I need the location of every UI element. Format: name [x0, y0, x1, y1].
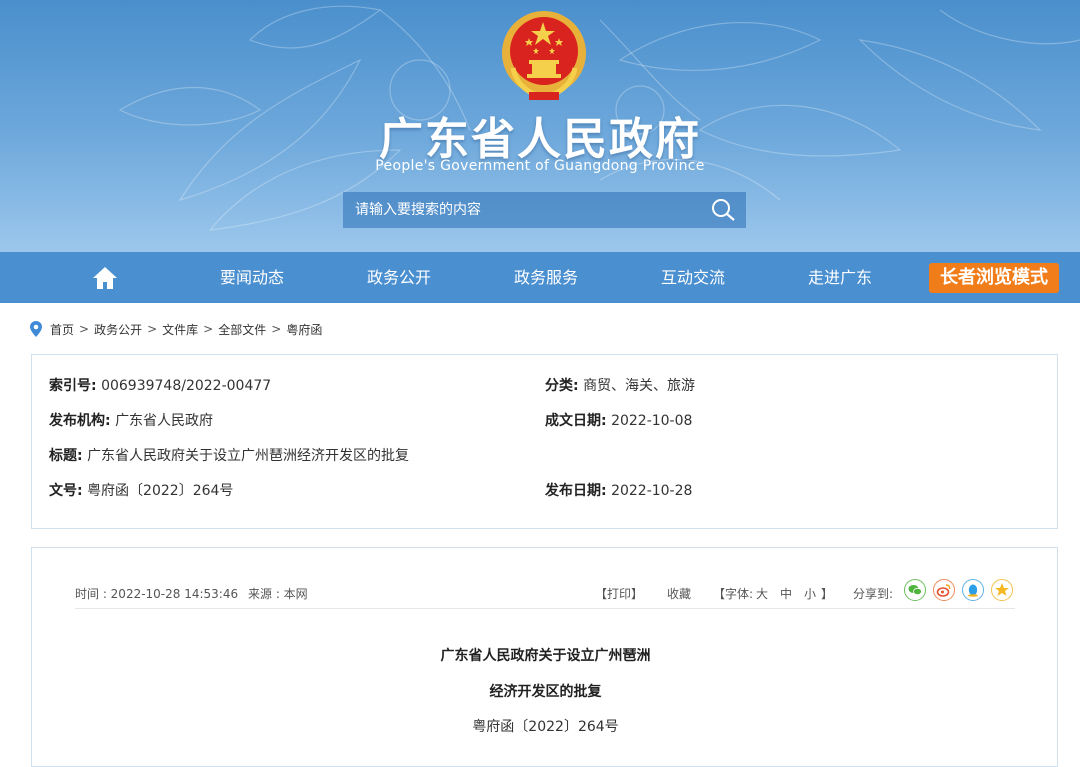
home-icon[interactable]	[92, 266, 118, 290]
breadcrumb: 首页 > 政务公开 > 文件库 > 全部文件 > 粤府函	[30, 320, 322, 338]
meta-issuer: 发布机构: 广东省人民政府	[49, 410, 213, 430]
breadcrumb-separator: >	[271, 322, 282, 336]
meta-category-label: 分类:	[545, 378, 579, 394]
location-pin-icon	[30, 321, 42, 337]
article-title-line-1: 广东省人民政府关于设立广州琶洲	[440, 648, 651, 664]
national-emblem-icon	[502, 11, 586, 100]
search-input[interactable]	[343, 192, 727, 228]
meta-publish-date: 发布日期: 2022-10-28	[545, 480, 692, 500]
meta-document-number: 文号: 粤府函〔2022〕264号	[49, 480, 233, 500]
nav-item-interaction[interactable]: 互动交流	[633, 252, 753, 303]
meta-publish-value: 2022-10-28	[611, 483, 693, 499]
search-icon[interactable]	[710, 198, 736, 222]
meta-title: 标题: 广东省人民政府关于设立广州琶洲经济开发区的批复	[49, 445, 409, 465]
meta-title-label: 标题:	[49, 448, 83, 464]
meta-index-number: 索引号: 006939748/2022-00477	[49, 375, 271, 395]
font-size-large-button[interactable]: 大	[756, 585, 768, 602]
font-size-prefix: 【字体:	[713, 587, 754, 601]
meta-title-value: 广东省人民政府关于设立广州琶洲经济开发区的批复	[87, 448, 410, 464]
meta-docno-value: 粤府函〔2022〕264号	[87, 483, 234, 499]
font-size-suffix: 】	[821, 587, 834, 601]
meta-docno-label: 文号:	[49, 483, 83, 499]
header-banner: 广东省人民政府 People's Government of Guangdong…	[0, 0, 1080, 252]
qq-share-icon[interactable]	[962, 579, 984, 601]
nav-item-news[interactable]: 要闻动态	[192, 252, 312, 303]
main-navigation: 要闻动态 政务公开 政务服务 互动交流 走进广东 长者浏览模式	[0, 252, 1080, 303]
meta-publish-label: 发布日期:	[545, 483, 607, 499]
article-time: 时间 : 2022-10-28 14:53:46	[75, 587, 239, 601]
search-bar	[343, 192, 746, 228]
site-subtitle: People's Government of Guangdong Provinc…	[375, 158, 705, 174]
print-button[interactable]: 【打印】	[595, 585, 643, 602]
breadcrumb-home[interactable]: 首页	[50, 321, 74, 338]
meta-written-label: 成文日期:	[545, 413, 607, 429]
breadcrumb-current[interactable]: 粤府函	[286, 321, 322, 338]
document-metadata-panel: 索引号: 006939748/2022-00477 分类: 商贸、海关、旅游 发…	[31, 354, 1058, 529]
meta-index-label: 索引号:	[49, 378, 97, 394]
meta-category: 分类: 商贸、海关、旅游	[545, 375, 695, 395]
meta-written-value: 2022-10-08	[611, 413, 693, 429]
weibo-share-icon[interactable]	[933, 579, 955, 601]
meta-category-value: 商贸、海关、旅游	[583, 378, 696, 394]
font-size-medium-button[interactable]: 中	[780, 585, 792, 602]
breadcrumb-separator: >	[79, 322, 90, 336]
article-toolbar: 时间 : 2022-10-28 14:53:46 来源 : 本网 【打印】 收藏…	[75, 576, 1015, 609]
breadcrumb-file-library[interactable]: 文件库	[162, 321, 198, 338]
share-label: 分享到:	[853, 587, 894, 601]
wechat-share-icon[interactable]	[904, 579, 926, 601]
breadcrumb-separator: >	[147, 322, 158, 336]
favorite-button[interactable]: 收藏	[667, 585, 691, 602]
meta-written-date: 成文日期: 2022-10-08	[545, 410, 692, 430]
breadcrumb-all-files[interactable]: 全部文件	[218, 321, 266, 338]
meta-issuer-value: 广东省人民政府	[115, 413, 214, 429]
font-size-small-button[interactable]: 小	[804, 585, 816, 602]
nav-item-about-guangdong[interactable]: 走进广东	[780, 252, 900, 303]
meta-issuer-label: 发布机构:	[49, 413, 111, 429]
qzone-share-icon[interactable]	[991, 579, 1013, 601]
article-panel: 时间 : 2022-10-28 14:53:46 来源 : 本网 【打印】 收藏…	[31, 547, 1058, 767]
article-document-number: 粤府函〔2022〕264号	[472, 719, 619, 735]
article-source: 来源 : 本网	[248, 587, 308, 601]
breadcrumb-separator: >	[203, 322, 214, 336]
nav-item-gov-services[interactable]: 政务服务	[486, 252, 606, 303]
article-title-line-2: 经济开发区的批复	[489, 684, 602, 700]
meta-index-value: 006939748/2022-00477	[101, 378, 272, 394]
breadcrumb-gov-affairs-public[interactable]: 政务公开	[94, 321, 142, 338]
elder-mode-button[interactable]: 长者浏览模式	[929, 263, 1059, 293]
nav-item-gov-affairs-public[interactable]: 政务公开	[339, 252, 459, 303]
